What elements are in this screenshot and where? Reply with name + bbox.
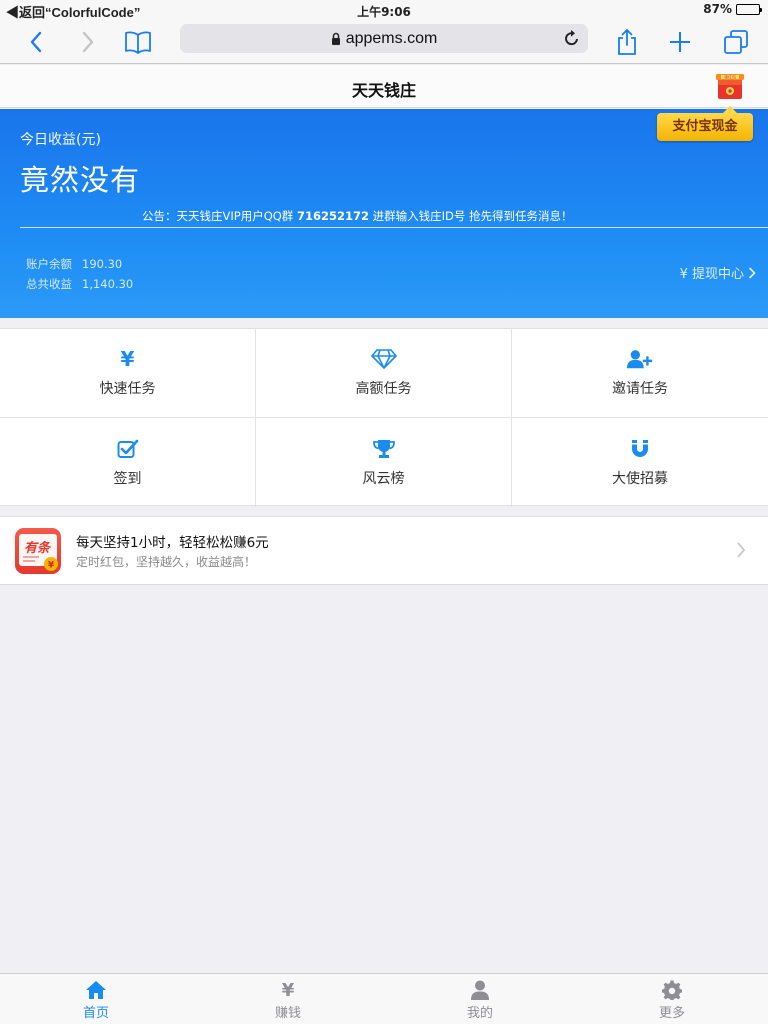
user-plus-icon: [627, 348, 653, 370]
grid-item-high-value-tasks[interactable]: 高额任务: [256, 329, 512, 418]
announcement-qq: 716252172: [296, 209, 369, 223]
back-button[interactable]: [20, 26, 52, 58]
grid-item-leaderboard[interactable]: 风云榜: [256, 418, 512, 507]
battery-indicator: 87%: [703, 2, 762, 16]
tab-label: 我的: [466, 1006, 493, 1021]
tabs-button[interactable]: [720, 26, 752, 58]
red-envelope-icon[interactable]: 领红包: [716, 71, 744, 101]
person-icon: [470, 980, 490, 1000]
grid-item-ambassador[interactable]: 大使招募: [512, 418, 768, 507]
tabs-icon: [724, 30, 748, 54]
tab-earn[interactable]: ¥ 赚钱: [192, 974, 384, 1024]
today-earnings-label: 今日收益(元): [20, 132, 101, 148]
gear-icon: [662, 980, 682, 1000]
alipay-cash-badge[interactable]: 支付宝现金: [657, 106, 753, 141]
divider: [20, 227, 768, 228]
page-header: 天天钱庄 领红包: [0, 65, 768, 108]
yen-icon: ¥: [120, 347, 135, 371]
diamond-icon: [370, 348, 397, 370]
reload-icon[interactable]: [564, 29, 580, 52]
tab-mine[interactable]: 我的: [384, 974, 576, 1024]
forward-button[interactable]: [72, 26, 104, 58]
redpack-label: 领红包: [724, 74, 736, 80]
chevron-left-icon: [30, 31, 42, 53]
announcement-suffix: 进群输入钱庄ID号 抢先得到任务消息！: [368, 209, 573, 223]
grid-item-invite-tasks[interactable]: 邀请任务: [512, 329, 768, 418]
balance-row: 账户余额 190.30: [26, 256, 122, 272]
home-icon: [85, 980, 107, 1000]
battery-percent: 87%: [703, 2, 732, 16]
coin-icon: ¥: [48, 561, 55, 571]
today-earnings-value: 竟然没有: [20, 163, 141, 197]
chevron-right-icon: [748, 266, 756, 279]
status-time: 上午9:06: [357, 5, 411, 19]
total-earnings-label: 总共收益: [26, 277, 72, 291]
battery-icon: [736, 3, 762, 15]
total-earnings-row: 总共收益 1,140.30: [26, 276, 133, 292]
tab-more[interactable]: 更多: [576, 974, 768, 1024]
status-bar: ◀返回“ColorfulCode” 上午9:06 87%: [0, 0, 768, 20]
chevron-right-icon: [737, 542, 746, 558]
grid-item-label: 大使招募: [612, 470, 668, 487]
tab-label: 赚钱: [274, 1006, 301, 1021]
share-button[interactable]: [611, 26, 643, 58]
magnet-icon: [627, 438, 653, 460]
earnings-hero: 今日收益(元) 竟然没有 公告：天天钱庄VIP用户QQ群 716252172 进…: [0, 109, 768, 318]
withdraw-center-link[interactable]: ¥ 提现中心: [680, 263, 756, 282]
plus-icon: [670, 32, 690, 52]
grid-item-label: 风云榜: [362, 470, 405, 487]
yen-icon: ¥: [281, 979, 295, 1001]
promo-title: 每天坚持1小时，轻轻松松赚6元: [76, 535, 269, 551]
browser-toolbar: appems.com: [0, 20, 768, 64]
share-icon: [618, 29, 636, 55]
tab-label: 更多: [658, 1006, 685, 1021]
announcement-prefix: 公告：天天钱庄VIP用户QQ群: [142, 209, 297, 223]
tab-bar: 首页 ¥ 赚钱 我的 更多: [0, 973, 768, 1024]
grid-item-check-in[interactable]: 签到: [0, 418, 256, 507]
tab-home[interactable]: 首页: [0, 974, 192, 1024]
app-logo: 有条 ¥: [15, 528, 61, 574]
grid-item-label: 高额任务: [355, 381, 412, 397]
withdraw-label: ¥ 提现中心: [679, 267, 744, 282]
grid-item-label: 快速任务: [99, 381, 156, 397]
tab-label: 首页: [82, 1006, 109, 1021]
balance-value: 190.30: [82, 257, 123, 271]
chevron-right-icon: [82, 31, 94, 53]
trophy-icon: [371, 438, 397, 460]
bookmarks-button[interactable]: [122, 26, 154, 58]
new-tab-button[interactable]: [664, 26, 696, 58]
grid-item-quick-tasks[interactable]: ¥ 快速任务: [0, 329, 256, 418]
promo-subtitle: 定时红包，坚持越久，收益越高！: [76, 555, 257, 569]
balance-label: 账户余额: [26, 257, 72, 271]
page-title: 天天钱庄: [351, 81, 416, 100]
book-icon: [125, 31, 151, 54]
checkbox-icon: [115, 438, 141, 460]
grid-item-label: 签到: [113, 470, 142, 487]
lock-icon: [331, 32, 341, 45]
promo-list-item[interactable]: 有条 ¥ 每天坚持1小时，轻轻松松赚6元 定时红包，坚持越久，收益越高！: [0, 516, 768, 585]
total-earnings-value: 1,140.30: [82, 277, 134, 291]
announcement: 公告：天天钱庄VIP用户QQ群 716252172 进群输入钱庄ID号 抢先得到…: [142, 208, 573, 224]
url-text: appems.com: [345, 29, 438, 47]
grid-item-label: 邀请任务: [612, 381, 668, 397]
task-grid: ¥ 快速任务 高额任务 邀请任务 签到 风云榜 大使招募: [0, 328, 768, 507]
app-logo-text: 有条: [24, 540, 52, 556]
address-bar[interactable]: appems.com: [180, 24, 588, 53]
